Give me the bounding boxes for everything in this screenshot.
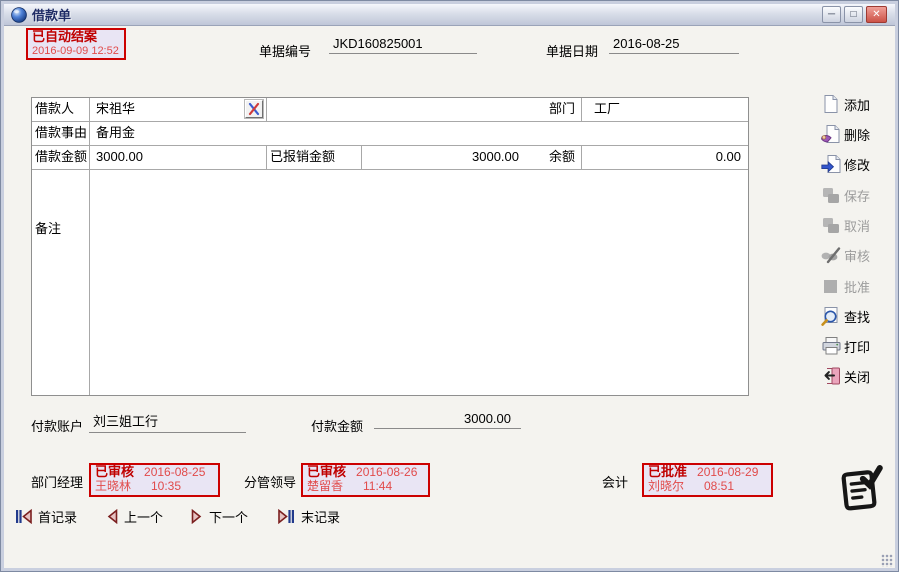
minimize-button[interactable]: ─ — [822, 6, 841, 23]
grid-line — [266, 98, 267, 121]
approve-button: 批准 — [821, 275, 897, 297]
reason-label: 借款事由 — [35, 121, 87, 145]
print-icon — [821, 336, 841, 356]
find-button[interactable]: 查找 — [821, 305, 897, 327]
last-record-icon — [278, 509, 295, 524]
cancel-button: 取消 — [821, 214, 897, 236]
audit-icon — [821, 245, 841, 265]
borrower-field[interactable]: 宋祖华 — [96, 97, 241, 121]
audit-button: 审核 — [821, 244, 897, 266]
dept-manager-approval-stamp: 已审核2016-08-25 王晓林10:35 — [89, 463, 220, 497]
globe-icon — [11, 7, 27, 23]
doc-edit-icon — [821, 154, 841, 174]
borrower-label: 借款人 — [35, 97, 74, 121]
resize-grip[interactable] — [881, 554, 894, 567]
doc-no-field[interactable]: JKD160825001 — [329, 36, 477, 54]
close-button[interactable]: 关闭 — [821, 365, 897, 387]
remark-label: 备注 — [35, 217, 61, 241]
payment-account-field[interactable]: 刘三姐工行 — [89, 411, 246, 433]
loan-amount-field[interactable]: 3000.00 — [96, 145, 256, 169]
maximize-button[interactable]: □ — [844, 6, 863, 23]
reimbursed-label: 已报销金额 — [270, 145, 335, 169]
print-button[interactable]: 打印 — [821, 335, 897, 357]
auto-settled-stamp: 已自动结案 2016-09-09 12:52 — [26, 28, 126, 60]
grid-line — [266, 145, 267, 169]
window-title: 借款单 — [32, 5, 71, 24]
grid-line — [581, 145, 582, 169]
grid-line — [89, 98, 90, 395]
first-record-button[interactable]: 首记录 — [15, 506, 77, 526]
accountant-label: 会计 — [602, 472, 628, 491]
doc-delete-icon — [821, 124, 841, 144]
auto-settled-datetime: 2016-09-09 12:52 — [32, 44, 120, 58]
payment-account-label: 付款账户 — [31, 416, 83, 435]
cancel-icon — [821, 215, 841, 235]
loan-amount-label: 借款金额 — [35, 145, 87, 169]
delete-button[interactable]: 删除 — [821, 123, 897, 145]
doc-add-icon — [821, 94, 841, 114]
supervisor-label: 分管领导 — [244, 472, 296, 491]
first-record-icon — [15, 509, 32, 524]
title-bar[interactable]: 借款单 ─ □ ✕ — [4, 4, 895, 26]
accountant-approval-stamp: 已批准2016-08-29 刘晓尔08:51 — [642, 463, 773, 497]
remark-field[interactable] — [91, 170, 748, 395]
supervisor-approval-stamp: 已审核2016-08-26 楚留香11:44 — [301, 463, 430, 497]
previous-record-button[interactable]: 上一个 — [106, 506, 163, 526]
next-record-icon — [191, 509, 203, 524]
last-record-button[interactable]: 末记录 — [278, 506, 340, 526]
reason-field[interactable]: 备用金 — [96, 121, 736, 145]
payment-amount-label: 付款金额 — [311, 416, 363, 435]
dept-manager-label: 部门经理 — [31, 472, 83, 491]
approved-stamp-icon — [833, 459, 891, 521]
grid-line — [581, 98, 582, 121]
balance-label: 余额 — [535, 145, 575, 169]
approve-icon — [821, 276, 841, 296]
close-window-button[interactable]: ✕ — [866, 6, 887, 23]
save-icon — [821, 185, 841, 205]
person-picker-icon[interactable] — [245, 100, 263, 118]
doc-no-label: 单据编号 — [259, 41, 311, 60]
close-door-icon — [821, 366, 841, 386]
modify-button[interactable]: 修改 — [821, 153, 897, 175]
add-button[interactable]: 添加 — [821, 93, 897, 115]
previous-record-icon — [106, 509, 118, 524]
balance-field[interactable]: 0.00 — [601, 145, 741, 169]
dept-field[interactable]: 工厂 — [594, 97, 744, 121]
save-button: 保存 — [821, 184, 897, 206]
auto-settled-status: 已自动结案 — [32, 30, 120, 44]
search-icon — [821, 306, 841, 326]
doc-date-field[interactable]: 2016-08-25 — [609, 36, 739, 54]
dept-label: 部门 — [471, 97, 575, 121]
next-record-button[interactable]: 下一个 — [191, 506, 248, 526]
payment-amount-field[interactable]: 3000.00 — [374, 411, 521, 429]
doc-date-label: 单据日期 — [546, 41, 598, 60]
reimbursed-field[interactable]: 3000.00 — [361, 145, 519, 169]
loan-form-window: 借款单 ─ □ ✕ 已自动结案 2016-09-09 12:52 单据编号 JK… — [0, 0, 899, 572]
